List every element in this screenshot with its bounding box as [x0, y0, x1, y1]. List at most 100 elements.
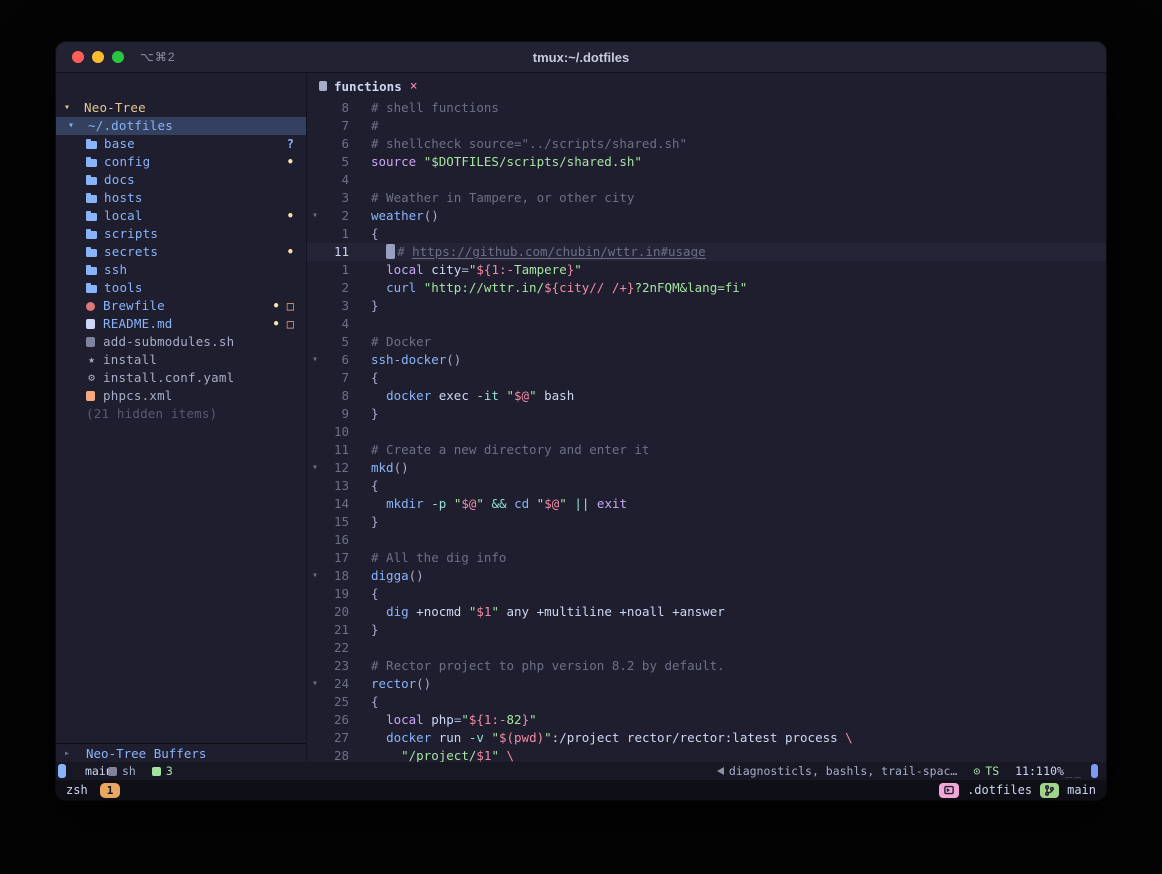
tmux-window-index-badge[interactable]: 1: [100, 783, 121, 798]
code-line[interactable]: 16: [307, 531, 1106, 549]
tmux-left-status: zsh 1: [66, 783, 120, 798]
code-line[interactable]: 6# shellcheck source="../scripts/shared.…: [307, 135, 1106, 153]
tree-item[interactable]: add-submodules.sh: [56, 333, 306, 351]
fold-marker-icon[interactable]: ▾: [307, 567, 323, 585]
fold-marker-icon[interactable]: ▾: [307, 351, 323, 369]
minimize-window-button[interactable]: [92, 51, 104, 63]
code-line[interactable]: 5# Docker: [307, 333, 1106, 351]
folder-icon: [86, 159, 97, 167]
code-token: ": [461, 712, 469, 727]
code-line[interactable]: 28 "/project/$1" \: [307, 747, 1106, 762]
line-number: 20: [323, 603, 349, 621]
fold-marker-icon[interactable]: ▾: [307, 459, 323, 477]
code-token: ?2nFQM&lang=fi": [634, 280, 747, 295]
code-line[interactable]: 3# Weather in Tampere, or other city: [307, 189, 1106, 207]
code-line[interactable]: 7#: [307, 117, 1106, 135]
code-line[interactable]: 25{: [307, 693, 1106, 711]
code-line[interactable]: 19{: [307, 585, 1106, 603]
fold-marker-icon[interactable]: ▾: [307, 207, 323, 225]
code-line[interactable]: 10: [307, 423, 1106, 441]
git-added-count: 3: [166, 764, 173, 778]
code-line[interactable]: ▾18digga(): [307, 567, 1106, 585]
fold-gutter: [307, 585, 323, 603]
code-line[interactable]: 7{: [307, 369, 1106, 387]
code-line[interactable]: 9}: [307, 405, 1106, 423]
code-token: exit: [597, 496, 627, 511]
line-number: 8: [323, 387, 349, 405]
code-token: docker: [386, 730, 431, 745]
code-token: [371, 748, 401, 762]
code-text: #: [349, 117, 379, 135]
tree-item[interactable]: base?: [56, 135, 306, 153]
tree-item[interactable]: scripts: [56, 225, 306, 243]
tree-item[interactable]: phpcs.xml: [56, 387, 306, 405]
tmux-session-name[interactable]: .dotfiles: [967, 783, 1032, 797]
code-token: ${city// /+}: [544, 280, 634, 295]
code-token: # All the dig info: [371, 550, 506, 565]
code-line[interactable]: 27 docker run -v "$(pwd)":/project recto…: [307, 729, 1106, 747]
code-line[interactable]: ▾2weather(): [307, 207, 1106, 225]
fold-gutter: [307, 369, 323, 387]
tree-item[interactable]: hosts: [56, 189, 306, 207]
titlebar[interactable]: ⌥⌘2 tmux:~/.dotfiles: [56, 42, 1106, 73]
code-token: }: [522, 712, 530, 727]
code-line[interactable]: 8 docker exec -it "$@" bash: [307, 387, 1106, 405]
tab-functions[interactable]: functions ×: [319, 79, 418, 94]
code-line[interactable]: ▾6ssh-docker(): [307, 351, 1106, 369]
code-token: -v: [469, 730, 484, 745]
tree-item[interactable]: tools: [56, 279, 306, 297]
code-line[interactable]: 3}: [307, 297, 1106, 315]
treesitter-icon: ⊙: [973, 764, 980, 778]
code-token: \: [507, 748, 515, 762]
code-line[interactable]: 4: [307, 315, 1106, 333]
tree-item[interactable]: README.md•□: [56, 315, 306, 333]
code-line[interactable]: 4: [307, 171, 1106, 189]
tree-item[interactable]: ▾~/.dotfiles: [56, 117, 306, 135]
zoom-window-button[interactable]: [112, 51, 124, 63]
code-token: }: [371, 514, 379, 529]
code-line[interactable]: 20 dig +nocmd "$1" any +multiline +noall…: [307, 603, 1106, 621]
code-token: cd: [514, 496, 529, 511]
fold-marker-icon[interactable]: ▾: [307, 675, 323, 693]
code-line[interactable]: ▾12mkd(): [307, 459, 1106, 477]
code-line[interactable]: 15}: [307, 513, 1106, 531]
git-branch-item[interactable]: main: [80, 765, 92, 777]
tree-item[interactable]: config•: [56, 153, 306, 171]
code-line[interactable]: 1{: [307, 225, 1106, 243]
tree-item[interactable]: ★install: [56, 351, 306, 369]
code-line[interactable]: 23# Rector project to php version 8.2 by…: [307, 657, 1106, 675]
code-line[interactable]: 11 # https://github.com/chubin/wttr.in#u…: [307, 243, 1106, 261]
code-line[interactable]: 21}: [307, 621, 1106, 639]
code-line[interactable]: 2 curl "http://wttr.in/${city// /+}?2nFQ…: [307, 279, 1106, 297]
tree-item[interactable]: docs: [56, 171, 306, 189]
code-token: [416, 154, 424, 169]
close-window-button[interactable]: [72, 51, 84, 63]
code-line[interactable]: 1 local city="${1:-Tampere}": [307, 261, 1106, 279]
code-line[interactable]: 13{: [307, 477, 1106, 495]
fold-gutter: [307, 603, 323, 621]
code-line[interactable]: ▾24rector(): [307, 675, 1106, 693]
code-line[interactable]: 5source "$DOTFILES/scripts/shared.sh": [307, 153, 1106, 171]
line-number: 1: [323, 261, 349, 279]
code-area[interactable]: 8# shell functions7#6# shellcheck source…: [307, 99, 1106, 762]
tree-item[interactable]: local•: [56, 207, 306, 225]
code-line[interactable]: 22: [307, 639, 1106, 657]
neo-tree-buffers-header[interactable]: ▸ Neo-Tree Buffers: [56, 744, 306, 762]
shell-file-icon: [86, 337, 95, 347]
tree-item[interactable]: ssh: [56, 261, 306, 279]
folder-icon: [86, 231, 97, 239]
tree-item[interactable]: ⚙install.conf.yaml: [56, 369, 306, 387]
tree-item[interactable]: Brewfile•□: [56, 297, 306, 315]
tree-item[interactable]: ▾Neo-Tree: [56, 99, 306, 117]
code-token: exec: [431, 388, 476, 403]
fold-gutter: [307, 225, 323, 243]
code-line[interactable]: 14 mkdir -p "$@" && cd "$@" || exit: [307, 495, 1106, 513]
code-line[interactable]: 8# shell functions: [307, 99, 1106, 117]
code-line[interactable]: 11# Create a new directory and enter it: [307, 441, 1106, 459]
tmux-window-name[interactable]: main: [1067, 783, 1096, 797]
code-line[interactable]: 26 local php="${1:-82}": [307, 711, 1106, 729]
tab-close-icon[interactable]: ×: [410, 79, 418, 94]
code-line[interactable]: 17# All the dig info: [307, 549, 1106, 567]
code-token: # Rector project to php version 8.2 by d…: [371, 658, 725, 673]
tree-item[interactable]: secrets•: [56, 243, 306, 261]
